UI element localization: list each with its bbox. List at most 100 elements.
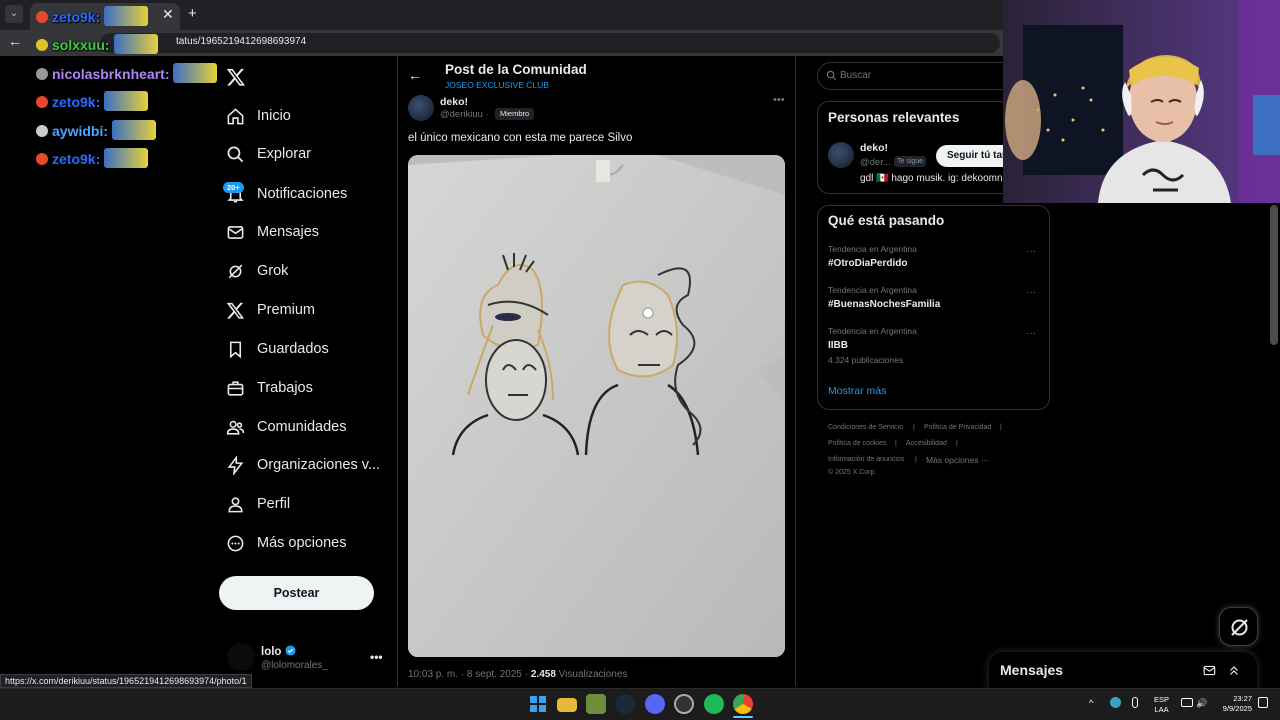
chrome-icon[interactable] [733,694,753,714]
footer-accessibility-link[interactable]: Accesibilidad [906,440,947,447]
search-icon [227,146,244,162]
trend-context[interactable]: Tendencia en Argentina [828,326,917,336]
footer-more-link[interactable]: Más opciones ··· [926,455,989,465]
account-name[interactable]: lolo [261,645,296,658]
column-divider [795,56,796,686]
person-handle[interactable]: @der... [860,157,891,168]
new-tab-button[interactable]: + [188,5,197,22]
nav-item-label: Explorar [257,146,311,162]
nav-item-mensajes[interactable]: Mensajes [226,218,319,246]
grok-icon [228,264,243,278]
footer-terms-link[interactable]: Condiciones de Servicio [828,424,903,431]
tray-overflow-icon[interactable]: ^ [1089,698,1093,708]
trend-name[interactable]: IIBB [828,340,848,351]
trend-post-count: 4.324 publicaciones [828,355,904,365]
nav-item-explorar[interactable]: Explorar [226,140,311,168]
chat-message: solxxuu: [36,34,158,54]
start-menu-icon[interactable] [528,694,548,714]
nav-item-label: Notificaciones [257,186,348,202]
community-link[interactable]: JOSEO EXCLUSIVE CLUB [445,80,549,90]
trends-title: Qué está pasando [828,213,945,228]
chat-message: zeto9k: [36,148,149,168]
chat-username: nicolasbrknheart: [52,66,170,82]
page-scrollbar[interactable] [1270,205,1278,345]
nav-item-premium[interactable]: Premium [226,296,315,324]
trend-context[interactable]: Tendencia en Argentina [828,244,917,254]
more-circle-icon [227,535,244,551]
nav-item-notificaciones[interactable]: Notificaciones [226,180,347,208]
network-icon[interactable] [1181,698,1193,707]
tray-app-icon[interactable] [1110,697,1121,708]
author-avatar[interactable] [408,95,434,121]
footer-separator: | [915,456,917,463]
minecraft-icon[interactable] [586,694,606,714]
clock[interactable]: 23:27 9/9/2025 [1222,694,1252,714]
post-more-icon[interactable]: ••• [773,94,785,106]
nav-item-más[interactable]: Más opciones [226,529,346,557]
close-tab-icon[interactable]: ✕ [162,6,174,23]
person-icon [228,496,243,512]
nav-item-label: Perfil [257,496,291,512]
back-arrow-icon[interactable]: ← [408,67,422,83]
post-meta: 10:03 p. m. · 8 sept. 2025 · 2.458 Visua… [408,669,628,680]
obs-icon[interactable] [674,694,694,714]
nav-item-trabajos[interactable]: Trabajos [226,374,313,402]
nav-item-grok[interactable]: Grok [226,257,288,285]
x-logo-icon [226,302,245,319]
nav-item-comunidades[interactable]: Comunidades [226,413,346,441]
chat-badge-icon [36,68,48,80]
chat-emote-icon [113,34,158,54]
chat-emote-icon [104,6,149,26]
search-placeholder[interactable]: Buscar [840,70,871,81]
nav-item-perfil[interactable]: Perfil [226,490,290,518]
chat-badge-icon [36,39,48,51]
x-logo-icon[interactable] [226,66,246,88]
expand-chevrons-icon[interactable] [1228,664,1240,677]
footer-cookies-link[interactable]: Política de cookies [828,440,886,447]
footer-privacy-link[interactable]: Política de Privacidad [924,424,991,431]
file-explorer-icon[interactable] [557,698,577,712]
account-menu-icon[interactable]: ••• [370,650,383,664]
nav-item-label: Trabajos [257,380,313,396]
notification-center-icon[interactable] [1258,697,1268,708]
author-handle[interactable]: @derikiuu · [440,109,489,120]
trend-name[interactable]: #OtroDiaPerdido [828,258,907,269]
trend-more-icon[interactable]: ··· [1026,328,1036,339]
person-avatar[interactable] [828,142,854,168]
nav-item-inicio[interactable]: Inicio [226,102,291,130]
trend-more-icon[interactable]: ··· [1026,287,1036,298]
trend-more-icon[interactable]: ··· [1026,246,1036,257]
new-message-icon[interactable] [1203,664,1217,677]
trend-context[interactable]: Tendencia en Argentina [828,285,917,295]
chat-message: zeto9k: [36,6,149,26]
nav-item-organizaciones[interactable]: Organizaciones v... [226,451,380,479]
messages-drawer-title[interactable]: Mensajes [1000,662,1063,678]
input-language-indicator[interactable]: ESP LAA [1154,695,1169,715]
nav-item-guardados[interactable]: Guardados [226,335,329,363]
chat-message: aywidbi: [36,120,157,140]
footer-ads-link[interactable]: Información de anuncios [828,456,904,463]
spotify-icon[interactable] [704,694,724,714]
grok-button[interactable] [1219,607,1258,646]
post-button[interactable]: Postear [219,576,374,610]
notifications-count-badge: 20+ [223,182,244,193]
verified-icon [285,645,296,656]
author-name[interactable]: deko! [440,96,468,108]
address-bar-url[interactable]: tatus/1965219412698693974 [176,36,306,47]
grok-icon [1231,619,1248,636]
post-image[interactable] [408,155,785,657]
speaker-icon[interactable]: 🔊 [1196,698,1207,709]
lightning-icon [227,455,244,475]
trend-name[interactable]: #BuenasNochesFamilia [828,299,940,310]
tab-list-chevron-icon[interactable]: ⌄ [5,5,23,23]
footer-separator: | [913,424,915,431]
envelope-icon [227,225,244,239]
discord-icon[interactable] [645,694,665,714]
show-more-link[interactable]: Mostrar más [828,385,886,397]
person-name[interactable]: deko! [860,142,888,154]
account-avatar[interactable] [227,643,255,671]
steam-icon[interactable] [615,694,635,714]
microphone-icon[interactable] [1132,697,1138,708]
browser-back-icon[interactable]: ← [8,33,22,49]
post-text: el único mexicano con esta me parece Sil… [408,132,633,144]
